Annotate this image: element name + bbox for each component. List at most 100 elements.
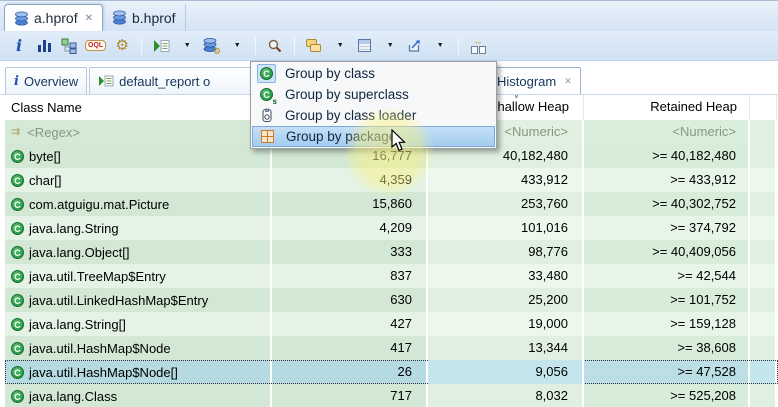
table-row[interactable]: Cjava.lang.String[] 427 19,000 >= 159,12… <box>5 312 778 336</box>
tab-overview[interactable]: i Overview <box>5 67 88 94</box>
toolbar-separator <box>458 36 460 55</box>
table-row[interactable]: Cjava.lang.Object[] 333 98,776 >= 40,409… <box>5 240 778 264</box>
run-report-icon <box>153 39 170 52</box>
class-name: java.util.TreeMap$Entry <box>29 268 166 284</box>
mat-window: a.hprof ✕ b.hprof i OQL ⚙ ▼ ⚙ ▼ ▼ ▼ ▼ ↔ … <box>0 0 778 407</box>
shallow-heap-value: 13,344 <box>428 336 584 360</box>
run-report-dropdown[interactable]: ▼ <box>177 35 195 57</box>
editor-tab-b-hprof[interactable]: b.hprof <box>103 4 186 31</box>
retained-heap-value: >= 159,128 <box>584 312 750 336</box>
filter-icon: ⇉ <box>11 125 21 138</box>
shallow-heap-value: 19,000 <box>428 312 584 336</box>
class-name: java.lang.Object[] <box>29 244 130 260</box>
class-icon: C <box>11 197 24 211</box>
objects-value: 4,209 <box>272 216 428 240</box>
class-name: java.util.LinkedHashMap$Entry <box>29 292 209 308</box>
dominator-tree-icon <box>61 38 77 54</box>
info-icon: i <box>14 73 19 89</box>
package-icon <box>261 130 274 143</box>
shallow-heap-value: 433,912 <box>428 168 584 192</box>
retained-heap-value: >= 433,912 <box>584 168 750 192</box>
objects-value: 15,860 <box>272 192 428 216</box>
export-dropdown[interactable]: ▼ <box>430 35 448 57</box>
menu-item-group-by-class-loader[interactable]: Group by class loader <box>252 105 495 126</box>
class-loader-icon <box>262 108 271 122</box>
calculator-button[interactable] <box>355 35 373 57</box>
histogram-button[interactable] <box>35 35 53 57</box>
retained-heap-value: >= 525,208 <box>584 384 750 407</box>
objects-value: 26 <box>272 360 428 384</box>
shallow-heap-value: 9,056 <box>428 360 584 384</box>
toolbar: i OQL ⚙ ▼ ⚙ ▼ ▼ ▼ ▼ ↔ <box>0 31 778 61</box>
chevron-down-icon: ▼ <box>233 42 241 49</box>
close-icon[interactable]: ✕ <box>564 76 572 87</box>
dominator-tree-button[interactable] <box>60 35 78 57</box>
shallow-heap-value: 25,200 <box>428 288 584 312</box>
search-button[interactable] <box>266 35 284 57</box>
column-header-retained-heap[interactable]: Retained Heap <box>584 95 750 120</box>
close-icon[interactable]: ✕ <box>85 13 93 24</box>
run-report-button[interactable] <box>152 35 170 57</box>
table-row[interactable]: Cjava.util.LinkedHashMap$Entry 630 25,20… <box>5 288 778 312</box>
column-header-class-name[interactable]: Class Name <box>5 95 272 120</box>
class-icon: C <box>11 365 24 379</box>
heap-dump-actions-dropdown[interactable]: ▼ <box>227 35 245 57</box>
menu-item-group-by-superclass[interactable]: Cs Group by superclass <box>252 84 495 106</box>
tab-label: Histogram <box>497 73 557 89</box>
export-button[interactable] <box>405 35 423 57</box>
calculator-dropdown[interactable]: ▼ <box>380 35 398 57</box>
table-row[interactable]: Cjava.util.HashMap$Node 417 13,344 >= 38… <box>5 336 778 360</box>
tab-label: Overview <box>23 73 79 89</box>
menu-item-group-by-class[interactable]: C Group by class <box>252 63 495 84</box>
table-row[interactable]: Cjava.lang.Class 717 8,032 >= 525,208 <box>5 384 778 407</box>
class-name: java.lang.Class <box>29 388 118 404</box>
editor-tab-label: a.hprof <box>34 10 78 26</box>
info-icon: i <box>15 35 23 55</box>
expert-system-button[interactable]: ⚙ <box>113 35 131 57</box>
class-icon: C <box>11 245 24 259</box>
class-icon: C <box>11 221 24 235</box>
class-name: com.atguigu.mat.Picture <box>29 196 170 212</box>
group-by-button[interactable] <box>305 35 323 57</box>
class-icon: C <box>11 389 24 403</box>
table-row[interactable]: Cjava.lang.String 4,209 101,016 >= 374,7… <box>5 216 778 240</box>
editor-tab-a-hprof[interactable]: a.hprof ✕ <box>4 4 103 31</box>
group-by-icon <box>306 38 322 53</box>
filter-spacer <box>750 120 777 144</box>
oql-button[interactable]: OQL <box>85 35 107 57</box>
class-icon: C <box>11 269 24 283</box>
compare-tables-button[interactable]: ↔ <box>469 35 487 57</box>
table-row[interactable]: Cjava.util.TreeMap$Entry 837 33,480 >= 4… <box>5 264 778 288</box>
table-row-selected[interactable]: Cjava.util.HashMap$Node[] 26 9,056 >= 47… <box>5 360 778 384</box>
toolbar-separator <box>141 36 143 55</box>
class-icon: C <box>11 173 24 187</box>
regex-filter-field[interactable]: ⇉ <Regex> <box>5 120 272 144</box>
numeric-filter-field[interactable]: <Numeric> <box>584 120 750 144</box>
heap-dump-icon <box>15 10 28 26</box>
report-icon <box>99 75 114 86</box>
histogram-icon <box>37 39 51 52</box>
editor-tab-label: b.hprof <box>131 9 176 26</box>
shallow-heap-value: 253,760 <box>428 192 584 216</box>
heap-dump-icon <box>113 10 126 25</box>
checked-indicator: C <box>257 64 276 83</box>
retained-heap-value: >= 38,608 <box>584 336 750 360</box>
toolbar-separator <box>294 36 296 55</box>
heap-dump-actions-button[interactable]: ⚙ <box>202 35 220 57</box>
overview-info-button[interactable]: i <box>10 35 28 57</box>
compare-icon: ↔ <box>470 37 486 54</box>
retained-heap-value: >= 42,544 <box>584 264 750 288</box>
objects-value: 417 <box>272 336 428 360</box>
class-name: java.lang.String <box>29 220 119 236</box>
class-icon: C <box>11 317 24 331</box>
chevron-down-icon: ▼ <box>436 42 444 49</box>
menu-item-group-by-package[interactable]: Group by package <box>252 126 495 147</box>
export-icon <box>408 39 420 52</box>
objects-value: 837 <box>272 264 428 288</box>
sort-indicator-icon: ˅ <box>513 95 519 101</box>
class-name: java.util.HashMap$Node[] <box>29 364 178 380</box>
group-by-dropdown[interactable]: ▼ <box>330 35 348 57</box>
objects-value: 4,359 <box>272 168 428 192</box>
table-row[interactable]: Cchar[] 4,359 433,912 >= 433,912 <box>5 168 778 192</box>
table-row[interactable]: Ccom.atguigu.mat.Picture 15,860 253,760 … <box>5 192 778 216</box>
